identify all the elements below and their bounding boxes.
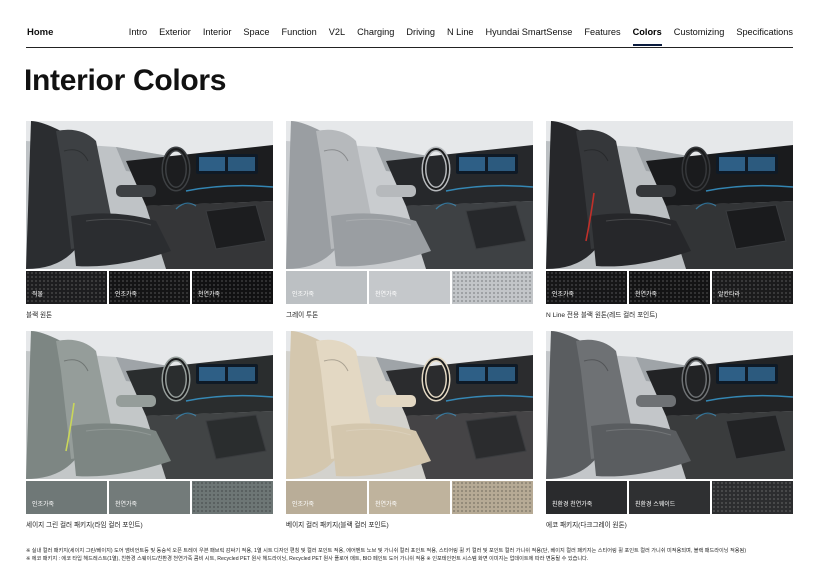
material-swatches: 인조가죽 천연가죽	[26, 481, 273, 514]
swatch-label: 인조가죽	[552, 292, 575, 298]
material-swatch	[192, 481, 273, 514]
nav-item-function[interactable]: Function	[281, 27, 316, 37]
material-swatch: 직물	[26, 271, 107, 304]
swatch-label: 천연가죽	[115, 502, 138, 508]
swatch-label: 인조가죽	[32, 502, 55, 508]
color-caption: N Line 전용 블랙 원톤(레드 컬러 포인트)	[546, 312, 658, 319]
nav-item-intro[interactable]: Intro	[129, 27, 147, 37]
interior-photo-graphic	[546, 121, 793, 269]
color-caption: 세이지 그린 컬러 패키지(라임 컬러 포인트)	[26, 522, 143, 529]
material-swatch: 천연가죽	[369, 481, 450, 514]
page-title: Interior Colors	[24, 64, 227, 97]
swatch-label: 인조가죽	[292, 502, 315, 508]
color-option-card: 인조가죽 천연가죽세이지 그린 컬러 패키지(라임 컬러 포인트)	[26, 331, 273, 529]
swatch-label: 천연가죽	[375, 292, 398, 298]
material-swatches: 직물 인조가죽 천연가죽	[26, 271, 273, 304]
material-swatch: 친환경 스웨이드	[629, 481, 710, 514]
interior-photo-graphic	[26, 121, 273, 269]
interior-photo	[26, 331, 273, 479]
color-caption: 에코 패키지(다크그레이 원톤)	[546, 522, 627, 529]
material-swatches: 인조가죽 천연가죽	[286, 481, 533, 514]
material-swatch: 천연가죽	[109, 481, 190, 514]
swatch-label: 친환경 스웨이드	[635, 502, 676, 508]
nav-item-colors[interactable]: Colors	[632, 27, 662, 46]
nav-item-v2l[interactable]: V2L	[329, 27, 345, 37]
nav-home-link[interactable]: Home	[27, 27, 53, 38]
material-swatch	[452, 271, 533, 304]
color-option-card: 친환경 천연가죽 친환경 스웨이드에코 패키지(다크그레이 원톤)	[546, 331, 793, 529]
material-swatches: 인조가죽 천연가죽 알칸타라	[546, 271, 793, 304]
color-option-card: 인조가죽 천연가죽그레이 투톤	[286, 121, 533, 319]
nav-item-n-line[interactable]: N Line	[447, 27, 474, 37]
material-swatch: 인조가죽	[286, 271, 367, 304]
interior-photo-graphic	[546, 331, 793, 479]
swatch-label: 알칸타라	[718, 292, 741, 298]
color-caption: 베이지 컬러 패키지(블랙 컬러 포인트)	[286, 522, 389, 529]
material-swatch: 인조가죽	[286, 481, 367, 514]
color-caption: 블랙 원톤	[26, 312, 53, 319]
swatch-label: 인조가죽	[115, 292, 138, 298]
interior-photo	[286, 331, 533, 479]
interior-photo	[546, 331, 793, 479]
material-swatch: 알칸타라	[712, 271, 793, 304]
color-option-card: 인조가죽 천연가죽 알칸타라 N Line 전용 블랙 원톤(레드 컬러 포인트)	[546, 121, 793, 319]
nav-menu: Intro Exterior Interior Space Function V2L Cha…	[117, 27, 793, 46]
material-swatch: 천연가죽	[369, 271, 450, 304]
nav-item-specifications[interactable]: Specifications	[736, 27, 793, 37]
interior-photo	[546, 121, 793, 269]
interior-photo-graphic	[286, 331, 533, 479]
color-caption: 그레이 투톤	[286, 312, 319, 319]
nav-item-exterior[interactable]: Exterior	[159, 27, 191, 37]
swatch-label: 친환경 천연가죽	[552, 502, 593, 508]
nav-item-driving[interactable]: Driving	[406, 27, 435, 37]
interior-photo-graphic	[286, 121, 533, 269]
material-swatch	[452, 481, 533, 514]
nav-item-interior[interactable]: Interior	[203, 27, 232, 37]
nav-item-hyundai-smartsense[interactable]: Hyundai SmartSense	[486, 27, 573, 37]
interior-photo	[286, 121, 533, 269]
material-swatches: 인조가죽 천연가죽	[286, 271, 533, 304]
nav-item-space[interactable]: Space	[243, 27, 269, 37]
color-option-card: 인조가죽 천연가죽베이지 컬러 패키지(블랙 컬러 포인트)	[286, 331, 533, 529]
footnote-2: ※ 에코 패키지 : 에코 타입 헤드레스트(1열), 친환경 스웨이드/친환경…	[26, 556, 589, 562]
top-nav: Home Intro Exterior Interior Space Function V…	[26, 22, 793, 48]
swatch-label: 천연가죽	[635, 292, 658, 298]
color-option-card: 직물 인조가죽 천연가죽블랙 원톤	[26, 121, 273, 319]
material-swatch: 인조가죽	[109, 271, 190, 304]
swatch-label: 천연가죽	[198, 292, 221, 298]
interior-photo-graphic	[26, 331, 273, 479]
nav-item-charging[interactable]: Charging	[357, 27, 394, 37]
nav-item-customizing[interactable]: Customizing	[674, 27, 725, 37]
swatch-label: 천연가죽	[375, 502, 398, 508]
interior-photo	[26, 121, 273, 269]
footnotes: ※ 실내 컬러 패키지(세이지 그린/베이지) 도어 앰비언트등 및 동승석 오…	[26, 547, 796, 563]
nav-item-features[interactable]: Features	[584, 27, 620, 37]
material-swatch	[712, 481, 793, 514]
swatch-label: 인조가죽	[292, 292, 315, 298]
material-swatch: 천연가죽	[192, 271, 273, 304]
footnote-1: ※ 실내 컬러 패키지(세이지 그린/베이지) 도어 앰비언트등 및 동승석 오…	[26, 548, 747, 554]
swatch-label: 직물	[32, 292, 44, 298]
material-swatch: 친환경 천연가죽	[546, 481, 627, 514]
material-swatches: 친환경 천연가죽 친환경 스웨이드	[546, 481, 793, 514]
material-swatch: 인조가죽	[26, 481, 107, 514]
material-swatch: 인조가죽	[546, 271, 627, 304]
material-swatch: 천연가죽	[629, 271, 710, 304]
